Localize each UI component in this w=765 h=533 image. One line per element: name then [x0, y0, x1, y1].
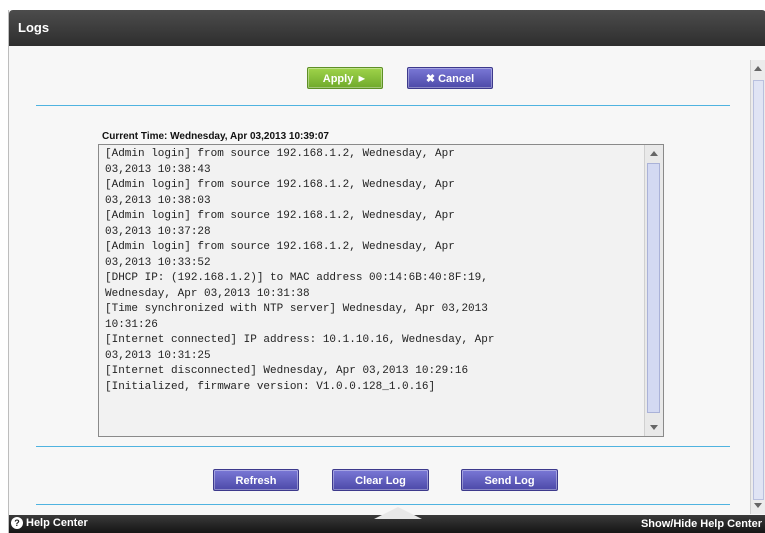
page-scroll-thumb[interactable]	[753, 80, 764, 500]
help-center-label: Help Center	[26, 517, 88, 529]
log-textarea[interactable]: [Admin login] from source 192.168.1.2, W…	[98, 144, 664, 437]
help-footer: ? Help Center Show/Hide Help Center	[9, 507, 765, 533]
log-line: [Time synchronized with NTP server] Wedn…	[105, 303, 488, 315]
log-text: [Admin login] from source 192.168.1.2, W…	[105, 147, 641, 395]
log-line: [Admin login] from source 192.168.1.2, W…	[105, 148, 455, 160]
page-scroll-up-icon[interactable]	[754, 66, 762, 71]
content-area: Apply ► ✖ Cancel Current Time: Wednesday…	[9, 46, 751, 514]
help-question-icon: ?	[11, 517, 23, 530]
log-line: [Internet disconnected] Wednesday, Apr 0…	[105, 365, 469, 377]
log-line: [Internet connected] IP address: 10.1.10…	[105, 334, 495, 346]
log-line: [Initialized, firmware version: V1.0.0.1…	[105, 380, 436, 393]
log-line: 03,2013 10:33:52	[105, 256, 211, 269]
clear-log-button[interactable]: Clear Log	[332, 469, 429, 491]
log-line: [Admin login] from source 192.168.1.2, W…	[105, 241, 455, 253]
refresh-button[interactable]: Refresh	[213, 469, 299, 491]
log-line: [Admin login] from source 192.168.1.2, W…	[105, 179, 455, 191]
log-line: [Admin login] from source 192.168.1.2, W…	[105, 210, 455, 222]
logs-window: Logs Apply ► ✖ Cancel Current Time: Wedn…	[8, 10, 765, 533]
page-scroll-down-icon[interactable]	[754, 503, 762, 508]
log-line: Wednesday, Apr 03,2013 10:31:38	[105, 287, 310, 300]
log-line: 10:31:26	[105, 318, 158, 331]
current-time: Current Time: Wednesday, Apr 03,2013 10:…	[102, 131, 329, 142]
bottom-divider	[36, 446, 730, 447]
top-divider	[36, 105, 730, 106]
log-line: 03,2013 10:38:03	[105, 194, 211, 207]
apply-button[interactable]: Apply ►	[307, 67, 383, 89]
log-scroll-thumb[interactable]	[647, 163, 660, 413]
page-scrollbar[interactable]	[750, 60, 765, 514]
help-center-link[interactable]: ? Help Center	[11, 517, 88, 530]
log-line: [DHCP IP: (192.168.1.2)] to MAC address …	[105, 272, 488, 284]
scroll-down-arrow-icon[interactable]	[650, 425, 658, 430]
title-bar: Logs	[9, 10, 765, 46]
cancel-button[interactable]: ✖ Cancel	[407, 67, 493, 89]
log-scrollbar[interactable]	[644, 145, 663, 436]
window-title: Logs	[18, 20, 50, 35]
log-line: 03,2013 10:38:43	[105, 163, 211, 176]
log-line: 03,2013 10:31:25	[105, 349, 211, 362]
footer-divider	[36, 504, 730, 505]
send-log-button[interactable]: Send Log	[461, 469, 558, 491]
scroll-up-arrow-icon[interactable]	[650, 151, 658, 156]
help-toggle-arrow-icon[interactable]	[374, 507, 422, 519]
show-hide-help-link[interactable]: Show/Hide Help Center	[641, 518, 762, 530]
log-line: 03,2013 10:37:28	[105, 225, 211, 238]
